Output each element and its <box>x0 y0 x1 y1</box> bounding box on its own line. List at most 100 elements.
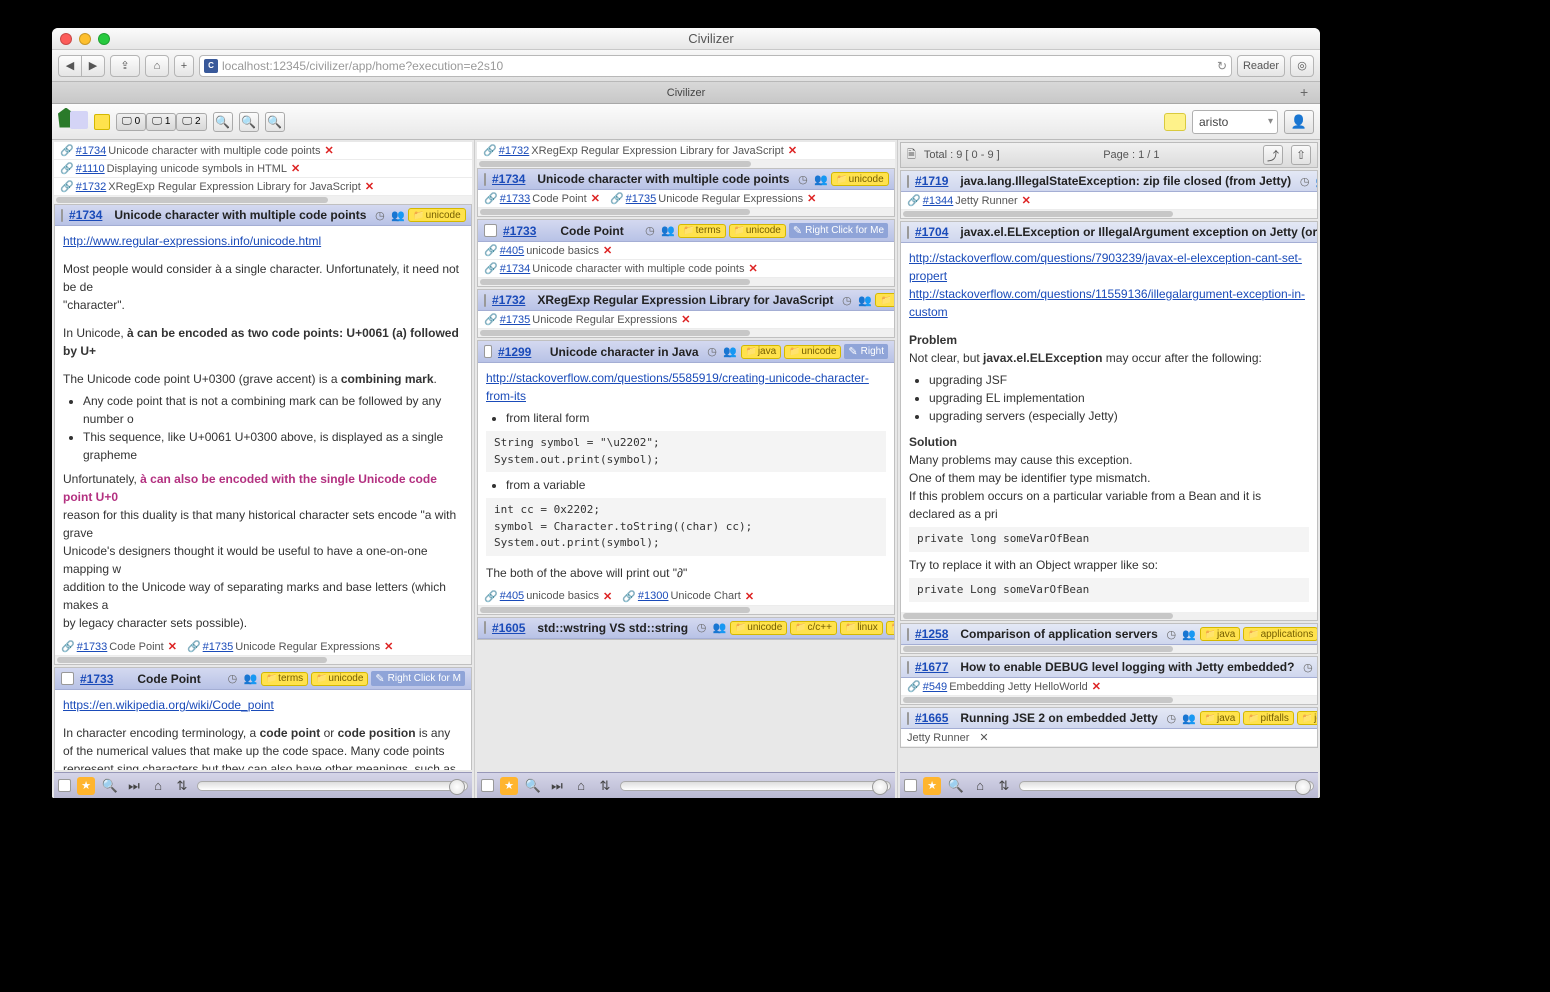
card-checkbox[interactable] <box>907 628 909 641</box>
hscroll[interactable] <box>478 278 894 286</box>
tag-unicode[interactable]: unicode <box>408 208 465 222</box>
rel-link[interactable]: #549 <box>923 681 947 693</box>
hscroll[interactable] <box>478 208 894 216</box>
rel-link[interactable]: #1732 <box>76 181 107 193</box>
tag[interactable]: java <box>1200 711 1241 725</box>
sort-icon[interactable]: ⇅ <box>596 777 614 795</box>
zoom-window[interactable] <box>98 33 110 45</box>
hscroll[interactable] <box>901 210 1317 218</box>
card-checkbox[interactable] <box>484 173 486 186</box>
search-icon[interactable]: 🔍 <box>101 777 119 795</box>
home-icon[interactable]: ⌂ <box>149 777 167 795</box>
hscroll[interactable] <box>478 606 894 614</box>
rel-remove[interactable]: ✕ <box>168 640 177 653</box>
rel-link[interactable]: #1732 <box>499 145 530 157</box>
tag[interactable]: unicode <box>730 621 787 635</box>
slider[interactable] <box>197 781 468 791</box>
hscroll[interactable] <box>477 160 895 168</box>
search-button-2[interactable]: 🔍 <box>239 112 259 132</box>
reload-icon[interactable]: ↻ <box>1217 59 1227 73</box>
tag-unicode[interactable]: unicode <box>729 224 786 238</box>
slider[interactable] <box>1019 781 1314 791</box>
rel-link[interactable]: #1735 <box>626 193 657 205</box>
star-button[interactable]: ★ <box>923 777 941 795</box>
card-id-link[interactable]: #1734 <box>69 208 102 222</box>
rel-link[interactable]: #1110 <box>76 163 105 175</box>
rel-link[interactable]: #405 <box>500 590 524 602</box>
external-link[interactable]: http://stackoverflow.com/questions/79032… <box>909 251 1302 283</box>
footer-checkbox[interactable] <box>904 779 917 792</box>
rel-remove[interactable]: ✕ <box>1022 194 1031 207</box>
external-link[interactable]: http://stackoverflow.com/questions/11559… <box>909 287 1305 319</box>
reader-button[interactable]: Reader <box>1237 55 1285 77</box>
tag[interactable]: jetty <box>1297 711 1317 725</box>
rel-remove[interactable]: ✕ <box>788 144 797 157</box>
minimize-window[interactable] <box>79 33 91 45</box>
scroll-up-button[interactable]: ⤴ <box>1263 145 1283 165</box>
rel-remove[interactable]: ✕ <box>291 162 300 175</box>
tag[interactable] <box>875 293 894 307</box>
tag-java[interactable]: java <box>1200 627 1241 641</box>
card-checkbox[interactable] <box>484 224 497 237</box>
screen-0-button[interactable]: 0 <box>116 113 146 131</box>
card-id-link[interactable]: #1719 <box>915 174 948 188</box>
external-link[interactable]: http://stackoverflow.com/questions/55859… <box>486 371 869 403</box>
card-id-link[interactable]: #1665 <box>915 711 948 725</box>
search-button-3[interactable]: 🔍 <box>265 112 285 132</box>
rel-remove[interactable]: ✕ <box>1092 680 1101 693</box>
card-id-link[interactable]: #1299 <box>498 345 531 359</box>
external-link[interactable]: https://en.wikipedia.org/wiki/Code_point <box>63 698 274 712</box>
rel-link[interactable]: #1735 <box>203 641 234 653</box>
search-button-1[interactable]: 🔍 <box>213 112 233 132</box>
tag-unicode[interactable]: unicode <box>831 172 888 186</box>
search-icon[interactable]: 🔍 <box>947 777 965 795</box>
card-checkbox[interactable] <box>907 175 909 188</box>
hscroll[interactable] <box>478 329 894 337</box>
close-window[interactable] <box>60 33 72 45</box>
forward-button[interactable]: ▶ <box>81 55 105 77</box>
home-button[interactable]: ⌂ <box>145 55 169 77</box>
skip-icon[interactable]: ⏭ <box>548 777 566 795</box>
hscroll[interactable] <box>54 196 472 204</box>
scroll-top-button[interactable]: ⇧ <box>1291 145 1311 165</box>
tab-title[interactable]: Civilizer <box>667 87 706 99</box>
rel-link[interactable]: #1300 <box>638 590 669 602</box>
screen-2-button[interactable]: 2 <box>176 113 206 131</box>
rel-remove[interactable]: ✕ <box>681 313 690 326</box>
rel-remove[interactable]: ✕ <box>384 640 393 653</box>
card-checkbox[interactable] <box>907 712 909 725</box>
tag[interactable]: linux <box>840 621 883 635</box>
screen-1-button[interactable]: 1 <box>146 113 176 131</box>
rel-remove[interactable]: ✕ <box>748 262 757 275</box>
card-id-link[interactable]: #1733 <box>80 672 113 686</box>
skip-icon[interactable]: ⏭ <box>125 777 143 795</box>
sort-icon[interactable]: ⇅ <box>995 777 1013 795</box>
rel-link[interactable]: #1735 <box>500 314 531 326</box>
rel-remove[interactable]: ✕ <box>365 180 374 193</box>
user-button[interactable]: 👤 <box>1284 110 1314 134</box>
card-id-link[interactable]: #1732 <box>492 293 525 307</box>
card-id-link[interactable]: #1258 <box>915 627 948 641</box>
rel-remove[interactable]: ✕ <box>807 192 816 205</box>
hscroll[interactable] <box>55 656 471 664</box>
card-id-link[interactable]: #1605 <box>492 621 525 635</box>
rel-link[interactable]: #1344 <box>923 195 954 207</box>
external-link[interactable]: http://www.regular-expressions.info/unic… <box>63 234 321 248</box>
footer-checkbox[interactable] <box>481 779 494 792</box>
card-id-link[interactable]: #1734 <box>492 172 525 186</box>
card-id-link[interactable]: #1704 <box>915 225 948 239</box>
rel-link[interactable]: #1733 <box>500 193 531 205</box>
star-button[interactable]: ★ <box>500 777 518 795</box>
back-button[interactable]: ◀ <box>58 55 82 77</box>
hscroll[interactable] <box>901 612 1317 620</box>
rel-remove[interactable]: ✕ <box>979 731 988 744</box>
tag-unicode[interactable]: unicode <box>784 345 841 359</box>
theme-select[interactable]: aristo <box>1192 110 1278 134</box>
rel-link[interactable]: #1734 <box>76 145 107 157</box>
rel-link[interactable]: #1734 <box>500 263 531 275</box>
card-checkbox[interactable] <box>484 294 486 307</box>
card-checkbox[interactable] <box>907 226 909 239</box>
card-id-link[interactable]: #1733 <box>503 224 536 238</box>
rel-remove[interactable]: ✕ <box>591 192 600 205</box>
favorite-toggle[interactable] <box>94 114 110 130</box>
